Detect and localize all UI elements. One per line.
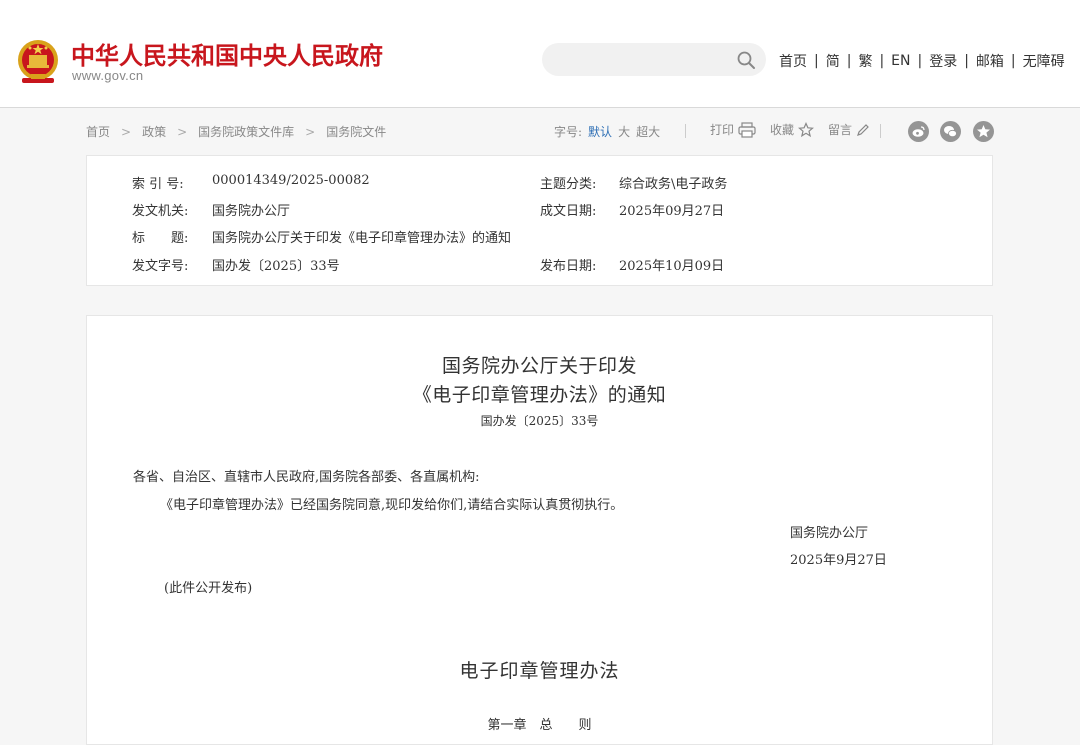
weibo-share-button[interactable] (908, 121, 929, 142)
nav-separator: | (917, 53, 923, 69)
meta-doc-number-value: 国办发〔2025〕33号 (212, 259, 340, 274)
meta-written-date: 成文日期: 2025年09月27日 (540, 200, 724, 219)
site-domain: www.gov.cn (72, 68, 144, 83)
breadcrumb-separator: > (177, 124, 188, 139)
document-body: 国务院办公厅关于印发 《电子印章管理办法》的通知 国办发〔2025〕33号 各省… (86, 315, 993, 745)
breadcrumb: 首页 > 政策 > 国务院政策文件库 > 国务院文件 (86, 123, 386, 140)
meta-publish-date: 发布日期: 2025年10月09日 (540, 255, 724, 274)
divider (880, 124, 881, 138)
nav-separator: | (814, 53, 819, 69)
top-nav: 首页 | 简 | 繁 | EN | 登录 | 邮箱 | 无障碍 (779, 50, 1065, 72)
meta-doc-number-label: 发文字号: (132, 259, 189, 274)
wechat-icon (944, 126, 957, 138)
divider (685, 124, 686, 138)
site-header: 中华人民共和国中央人民政府 www.gov.cn 首页 | 简 | 繁 | EN… (0, 0, 1080, 108)
font-size-switcher: 字号: 默认 大 超大 (554, 123, 660, 140)
nav-traditional[interactable]: 繁 (858, 51, 872, 71)
nav-separator: | (964, 53, 969, 69)
meta-index: 索 引 号: 000014349/2025-00082 (132, 173, 370, 192)
measures-title: 电子印章管理办法 (459, 660, 620, 682)
meta-topic-label: 主题分类: (540, 177, 597, 192)
star-icon (798, 121, 815, 137)
meta-issuer-value: 国务院办公厅 (212, 204, 291, 219)
document-paragraph: 《电子印章管理办法》已经国务院同意,现印发给你们,请结合实际认真贯彻执行。 (160, 498, 624, 513)
comment-button[interactable]: 留言 (828, 121, 870, 138)
printer-icon (738, 121, 756, 138)
meta-publish-value: 2025年10月09日 (619, 259, 725, 274)
document-number: 国办发〔2025〕33号 (480, 414, 599, 428)
breadcrumb-policy[interactable]: 政策 (142, 123, 166, 140)
document-date: 2025年9月27日 (790, 553, 887, 568)
comment-label: 留言 (828, 123, 853, 137)
breadcrumb-state-council-docs[interactable]: 国务院文件 (326, 123, 386, 140)
nav-separator: | (1010, 53, 1016, 69)
font-size-default[interactable]: 默认 (588, 123, 612, 140)
meta-title-label: 标 题: (132, 231, 189, 246)
nav-english[interactable]: EN (891, 53, 910, 69)
meta-issuer: 发文机关: 国务院办公厅 (132, 200, 290, 219)
meta-written-value: 2025年09月27日 (619, 204, 725, 219)
breadcrumb-separator: > (305, 124, 316, 139)
document-addressee: 各省、自治区、直辖市人民政府,国务院各部委、各直属机构: (133, 470, 480, 485)
print-label: 打印 (710, 123, 735, 137)
nav-login[interactable]: 登录 (929, 51, 957, 71)
document-title-line-2: 《电子印章管理办法》的通知 (412, 384, 667, 406)
meta-topic-value: 综合政务\电子政务 (619, 177, 728, 192)
meta-index-value: 000014349/2025-00082 (212, 173, 370, 188)
meta-written-label: 成文日期: (540, 204, 597, 219)
article-tools: 打印 收藏 留言 (710, 121, 884, 138)
nav-separator: | (879, 53, 885, 69)
font-size-xlarge[interactable]: 超大 (636, 123, 660, 140)
nav-mailbox[interactable]: 邮箱 (976, 51, 1004, 71)
search-box[interactable] (542, 43, 766, 76)
pencil-icon (857, 123, 869, 136)
site-name[interactable]: 中华人民共和国中央人民政府 (71, 36, 383, 71)
search-icon[interactable] (736, 50, 756, 70)
breadcrumb-home[interactable]: 首页 (86, 123, 110, 140)
font-size-large[interactable]: 大 (618, 123, 630, 140)
favorite-button[interactable]: 收藏 (770, 121, 815, 138)
document-signer: 国务院办公厅 (790, 526, 869, 541)
meta-doc-number: 发文字号: 国办发〔2025〕33号 (132, 255, 340, 274)
favorite-label: 收藏 (770, 123, 795, 137)
national-emblem-icon[interactable] (16, 38, 60, 86)
meta-title-value: 国务院办公厅关于印发《电子印章管理办法》的通知 (212, 231, 512, 246)
document-title-line-1: 国务院办公厅关于印发 (441, 355, 637, 377)
meta-issuer-label: 发文机关: (132, 204, 189, 219)
document-note: (此件公开发布) (164, 581, 253, 596)
document-metadata: 索 引 号: 000014349/2025-00082 主题分类: 综合政务\电… (86, 155, 993, 286)
breadcrumb-policy-library[interactable]: 国务院政策文件库 (198, 123, 294, 140)
qzone-icon (977, 125, 990, 138)
weibo-icon (912, 126, 925, 137)
meta-index-label: 索 引 号: (132, 177, 184, 192)
meta-topic: 主题分类: 综合政务\电子政务 (540, 173, 727, 192)
breadcrumb-separator: > (121, 124, 132, 139)
meta-publish-label: 发布日期: (540, 259, 597, 274)
search-input[interactable] (556, 49, 730, 71)
wechat-share-button[interactable] (940, 121, 961, 142)
nav-simplified[interactable]: 简 (826, 51, 840, 71)
font-size-label: 字号: (554, 125, 583, 139)
qzone-share-button[interactable] (973, 121, 994, 142)
print-button[interactable]: 打印 (710, 121, 756, 138)
nav-separator: | (846, 53, 852, 69)
meta-title: 标 题: 国务院办公厅关于印发《电子印章管理办法》的通知 (132, 227, 511, 246)
nav-home[interactable]: 首页 (779, 51, 807, 71)
nav-accessibility[interactable]: 无障碍 (1023, 51, 1065, 71)
chapter-heading: 第一章 总 则 (487, 718, 592, 733)
